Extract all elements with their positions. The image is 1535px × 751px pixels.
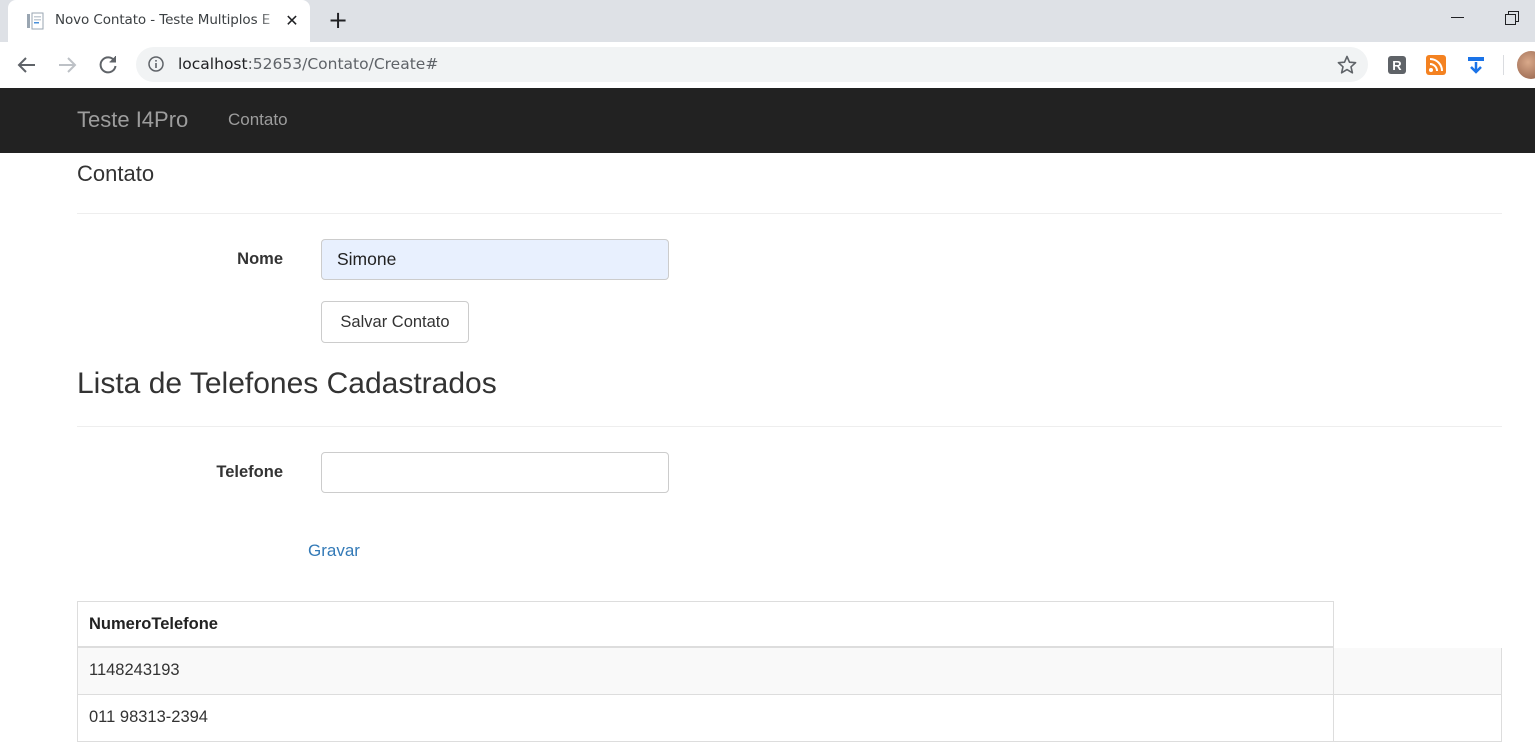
bookmark-star-icon[interactable] (1336, 54, 1358, 76)
gravar-link[interactable]: Gravar (308, 541, 360, 561)
svg-text:R: R (1392, 58, 1402, 73)
table-cell: 1148243193 (78, 648, 1334, 694)
toolbar-separator (1503, 55, 1504, 75)
back-arrow-icon[interactable] (14, 52, 40, 78)
download-extension-icon[interactable] (1465, 54, 1487, 76)
divider (77, 426, 1502, 427)
phone-number: 011 98313-2394 (89, 708, 208, 726)
forward-arrow-icon[interactable] (54, 52, 80, 78)
navbar-brand[interactable]: Teste I4Pro (77, 107, 188, 133)
nav-link-contato[interactable]: Contato (228, 110, 288, 130)
profile-avatar[interactable] (1517, 51, 1535, 79)
table-row: 011 98313-2394 (77, 695, 1502, 742)
url-path: :52653/Contato/Create# (247, 55, 439, 73)
divider (77, 213, 1502, 214)
table-row: 1148243193 (77, 648, 1502, 695)
table-header: NumeroTelefone (77, 601, 1334, 648)
phones-section-title: Lista de Telefones Cadastrados (77, 367, 497, 400)
minimize-window-icon[interactable] (1448, 8, 1468, 28)
browser-tab[interactable]: Novo Contato - Teste Multiplos E ✕ (8, 0, 310, 42)
close-tab-icon[interactable]: ✕ (282, 10, 302, 32)
url-text: localhost:52653/Contato/Create# (178, 55, 438, 73)
browser-tabstrip: Novo Contato - Teste Multiplos E ✕ + (0, 0, 1535, 42)
phone-number: 1148243193 (89, 661, 180, 679)
nome-input[interactable] (321, 239, 669, 280)
site-navbar: Teste I4Pro Contato (0, 88, 1535, 153)
save-contact-button[interactable]: Salvar Contato (321, 301, 469, 343)
rss-feed-icon[interactable] (1425, 54, 1447, 76)
table-cell: 011 98313-2394 (78, 695, 1334, 741)
tab-title-fade (258, 8, 282, 34)
new-tab-button[interactable]: + (325, 8, 351, 34)
extension-r-icon[interactable]: R (1386, 54, 1408, 76)
site-info-icon[interactable] (148, 56, 164, 72)
telefone-label: Telefone (216, 463, 283, 481)
tab-title: Novo Contato - Teste Multiplos E (55, 12, 271, 28)
reload-icon[interactable] (95, 52, 121, 78)
address-bar[interactable]: localhost:52653/Contato/Create# (136, 47, 1368, 82)
restore-window-icon[interactable] (1505, 11, 1519, 25)
nome-label: Nome (237, 250, 283, 268)
telefone-input[interactable] (321, 452, 669, 493)
url-host: localhost (178, 55, 248, 73)
browser-toolbar: localhost:52653/Contato/Create# R (0, 42, 1535, 89)
page-title: Contato (77, 161, 155, 186)
page-favicon-icon (27, 12, 44, 30)
column-header-numerotelefone: NumeroTelefone (89, 615, 218, 633)
